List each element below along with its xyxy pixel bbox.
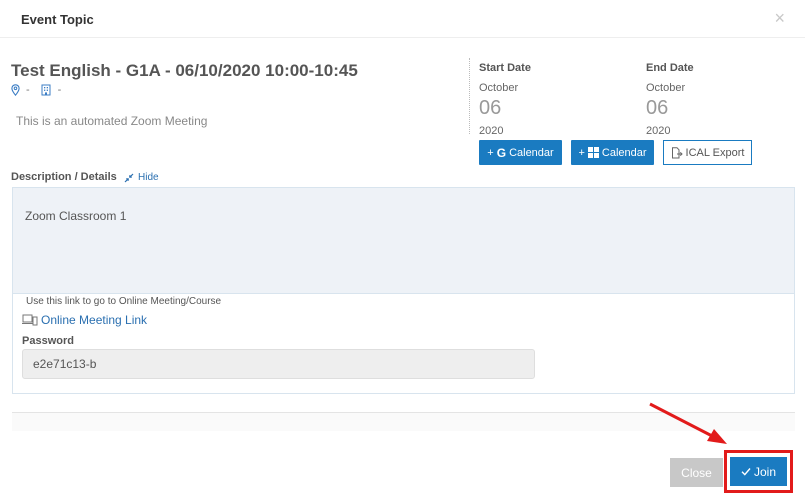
- ical-export-label: ICAL Export: [685, 146, 745, 159]
- close-icon[interactable]: ×: [774, 9, 785, 27]
- description-text: Zoom Classroom 1: [25, 209, 127, 223]
- online-meeting-hint: Use this link to go to Online Meeting/Co…: [26, 296, 222, 307]
- end-date-month: October: [646, 82, 686, 94]
- google-icon: G: [496, 145, 507, 160]
- devices-icon: [22, 314, 38, 326]
- modal-header: Event Topic ×: [0, 0, 805, 38]
- start-date: Start Date October 06 2020: [479, 62, 599, 137]
- event-title: Test English - G1A - 06/10/2020 10:00-10…: [11, 61, 358, 80]
- password-label: Password: [22, 335, 74, 347]
- check-icon: [741, 468, 751, 476]
- plus-sign: +: [578, 146, 585, 159]
- end-date-day: 06: [646, 97, 669, 119]
- date-divider: [469, 58, 470, 134]
- description-box: Zoom Classroom 1: [12, 187, 795, 294]
- file-export-icon: [671, 146, 683, 158]
- location-pin-icon: [11, 84, 20, 96]
- event-summary: This is an automated Zoom Meeting: [16, 114, 208, 128]
- ical-export-button[interactable]: ICAL Export: [663, 140, 752, 165]
- start-date-year: 2020: [479, 125, 504, 137]
- password-field[interactable]: e2e71c13-b: [22, 349, 535, 379]
- end-date-year: 2020: [646, 125, 671, 137]
- building-icon: [41, 84, 51, 96]
- windows-calendar-label: Calendar: [601, 146, 647, 159]
- compress-icon: [124, 173, 134, 182]
- event-room: -: [57, 84, 62, 96]
- hide-label: Hide: [138, 172, 159, 183]
- online-meeting-link[interactable]: Online Meeting Link: [22, 313, 147, 327]
- description-label: Description / Details: [11, 171, 117, 183]
- close-button[interactable]: Close: [670, 458, 723, 487]
- online-meeting-panel: Use this link to go to Online Meeting/Co…: [12, 294, 795, 394]
- modal-title: Event Topic: [21, 12, 94, 27]
- end-date: End Date October 06 2020: [646, 62, 766, 137]
- start-date-month: October: [479, 82, 519, 94]
- windows-icon: [587, 147, 599, 158]
- start-date-label: Start Date: [479, 62, 531, 74]
- online-meeting-link-label: Online Meeting Link: [41, 313, 148, 327]
- plus-sign: +: [487, 146, 494, 159]
- windows-calendar-button[interactable]: + Calendar: [571, 140, 654, 165]
- hide-description-link[interactable]: Hide: [124, 172, 159, 183]
- start-date-day: 06: [479, 97, 502, 119]
- footer-separator: [12, 412, 795, 431]
- event-meta: - -: [11, 83, 61, 97]
- join-label: Join: [753, 464, 776, 479]
- event-location: -: [26, 84, 30, 96]
- google-calendar-button[interactable]: + G Calendar: [479, 140, 562, 165]
- join-button[interactable]: Join: [730, 457, 787, 486]
- google-calendar-label: Calendar: [509, 146, 554, 159]
- end-date-label: End Date: [646, 62, 694, 74]
